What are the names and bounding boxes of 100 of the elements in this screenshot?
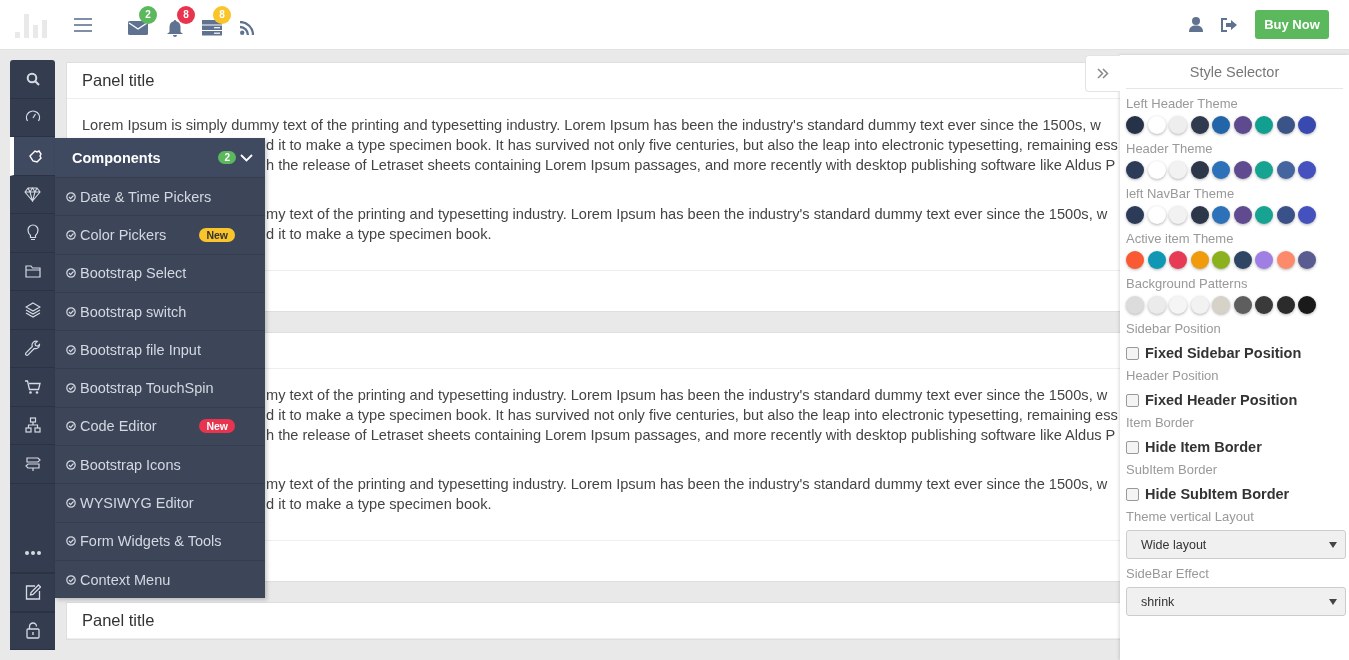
wrench-icon (24, 340, 41, 357)
color-swatch[interactable] (1276, 161, 1295, 179)
submenu-item[interactable]: Context Menu (55, 559, 265, 599)
user-icon[interactable] (1189, 17, 1203, 32)
color-swatch[interactable] (1255, 161, 1273, 179)
submenu-item[interactable]: Bootstrap file Input (55, 330, 265, 369)
checkbox[interactable] (1126, 487, 1139, 501)
color-swatch[interactable] (1212, 116, 1230, 134)
count-badge: 2 (139, 5, 157, 24)
color-swatch[interactable] (1255, 116, 1273, 134)
color-swatch[interactable] (1212, 296, 1230, 314)
color-swatch[interactable] (1233, 161, 1252, 179)
layers-icon (24, 301, 41, 318)
color-swatch[interactable] (1190, 206, 1209, 224)
check-circle-icon (66, 536, 76, 547)
color-swatch[interactable] (1233, 116, 1252, 134)
check-circle-icon (66, 268, 76, 279)
color-swatch[interactable] (1169, 251, 1187, 269)
color-swatch[interactable] (1169, 206, 1187, 224)
checkbox[interactable] (1126, 440, 1139, 454)
color-swatch[interactable] (1147, 296, 1166, 314)
color-swatch[interactable] (1190, 116, 1209, 134)
submenu-item[interactable]: Code Editor New (55, 406, 265, 446)
color-swatch[interactable] (1298, 206, 1316, 224)
more-icon[interactable] (24, 551, 41, 556)
color-swatch[interactable] (1147, 251, 1166, 269)
color-swatch[interactable] (1147, 206, 1166, 224)
section-label: left NavBar Theme (1126, 185, 1236, 202)
color-swatch[interactable] (1233, 206, 1252, 224)
submenu-item[interactable]: Form Widgets & Tools (55, 521, 265, 560)
color-swatch[interactable] (1233, 251, 1252, 269)
submenu-item[interactable]: WYSIWYG Editor (55, 483, 265, 522)
new-badge: New (199, 419, 235, 434)
select-field[interactable]: Wide layout (1126, 530, 1346, 559)
text-line: d it to make a type specimen book. It has survived not only five centuries, but also the leap into electronic typesetting, remaining ess (266, 406, 1118, 425)
checkbox[interactable] (1126, 346, 1139, 360)
section-label: Background Patterns (1126, 275, 1249, 292)
submenu-title: Components (72, 149, 162, 166)
color-swatch[interactable] (1126, 296, 1144, 314)
section-label: Theme vertical Layout (1126, 508, 1255, 525)
cart-icon (24, 378, 41, 395)
color-swatch[interactable] (1233, 296, 1252, 314)
color-swatch[interactable] (1190, 296, 1209, 314)
color-swatch[interactable] (1276, 251, 1295, 269)
color-swatch[interactable] (1212, 206, 1230, 224)
color-swatch[interactable] (1212, 161, 1230, 179)
color-swatch[interactable] (1276, 296, 1295, 314)
color-swatch[interactable] (1298, 161, 1316, 179)
sitemap-icon (24, 417, 41, 434)
panel-title: Panel title (82, 611, 155, 630)
new-badge: New (199, 227, 235, 242)
section-label: Header Theme (1126, 140, 1214, 157)
mail-icon[interactable] (128, 20, 148, 35)
color-swatch[interactable] (1190, 251, 1209, 269)
submenu-item[interactable]: Date & Time Pickers (55, 177, 265, 216)
color-swatch[interactable] (1126, 206, 1144, 224)
checkbox[interactable] (1126, 393, 1139, 407)
color-swatch[interactable] (1169, 296, 1187, 314)
checkbox-label: Hide Item Border (1145, 439, 1262, 455)
color-swatch[interactable] (1147, 116, 1166, 134)
color-swatch[interactable] (1255, 296, 1273, 314)
color-swatch[interactable] (1298, 251, 1316, 269)
logout-icon[interactable] (1221, 17, 1237, 32)
text-line: h the release of Letraset sheets containing Lorem Ipsum passages, and more recently with desktop publishing software like Aldus P (266, 426, 1116, 445)
color-swatch[interactable] (1255, 251, 1273, 269)
submenu-item[interactable]: Bootstrap TouchSpin (55, 368, 265, 407)
sidebar-item[interactable] (10, 137, 55, 176)
section-label: Item Border (1126, 414, 1195, 431)
server-icon[interactable] (202, 19, 222, 36)
submenu-item[interactable]: Bootstrap Select (55, 253, 265, 292)
lock-icon[interactable] (25, 622, 40, 640)
menu-icon[interactable] (74, 17, 92, 32)
checkbox-label: Hide SubItem Border (1145, 486, 1290, 502)
color-swatch[interactable] (1126, 161, 1144, 179)
rss-icon[interactable] (240, 20, 254, 35)
color-swatch[interactable] (1276, 116, 1295, 134)
color-swatch[interactable] (1126, 251, 1144, 269)
color-swatch[interactable] (1298, 296, 1316, 314)
edit-icon[interactable] (24, 584, 41, 601)
color-swatch[interactable] (1147, 161, 1166, 179)
check-circle-icon (66, 421, 76, 432)
check-circle-icon (66, 344, 76, 355)
color-swatch[interactable] (1276, 206, 1295, 224)
color-swatch[interactable] (1126, 116, 1144, 134)
submenu-item[interactable]: Bootstrap switch (55, 291, 265, 331)
select-field[interactable]: shrink (1126, 587, 1346, 616)
checkbox-label: Fixed Header Position (1145, 392, 1298, 408)
color-swatch[interactable] (1169, 161, 1187, 179)
submenu-item[interactable]: Color Pickers New (55, 215, 265, 254)
submenu-header[interactable]: Components 2 (55, 138, 265, 177)
color-swatch[interactable] (1212, 251, 1230, 269)
color-swatch[interactable] (1298, 116, 1316, 134)
color-swatch[interactable] (1190, 161, 1209, 179)
check-circle-icon (66, 383, 76, 394)
text-line: h the release of Letraset sheets containing Lorem Ipsum passages, and more recently with desktop publishing software like Aldus P (266, 156, 1116, 175)
bell-icon[interactable] (166, 18, 184, 37)
color-swatch[interactable] (1169, 116, 1187, 134)
check-circle-icon (66, 574, 76, 585)
color-swatch[interactable] (1255, 206, 1273, 224)
submenu-item[interactable]: Bootstrap Icons (55, 445, 265, 484)
